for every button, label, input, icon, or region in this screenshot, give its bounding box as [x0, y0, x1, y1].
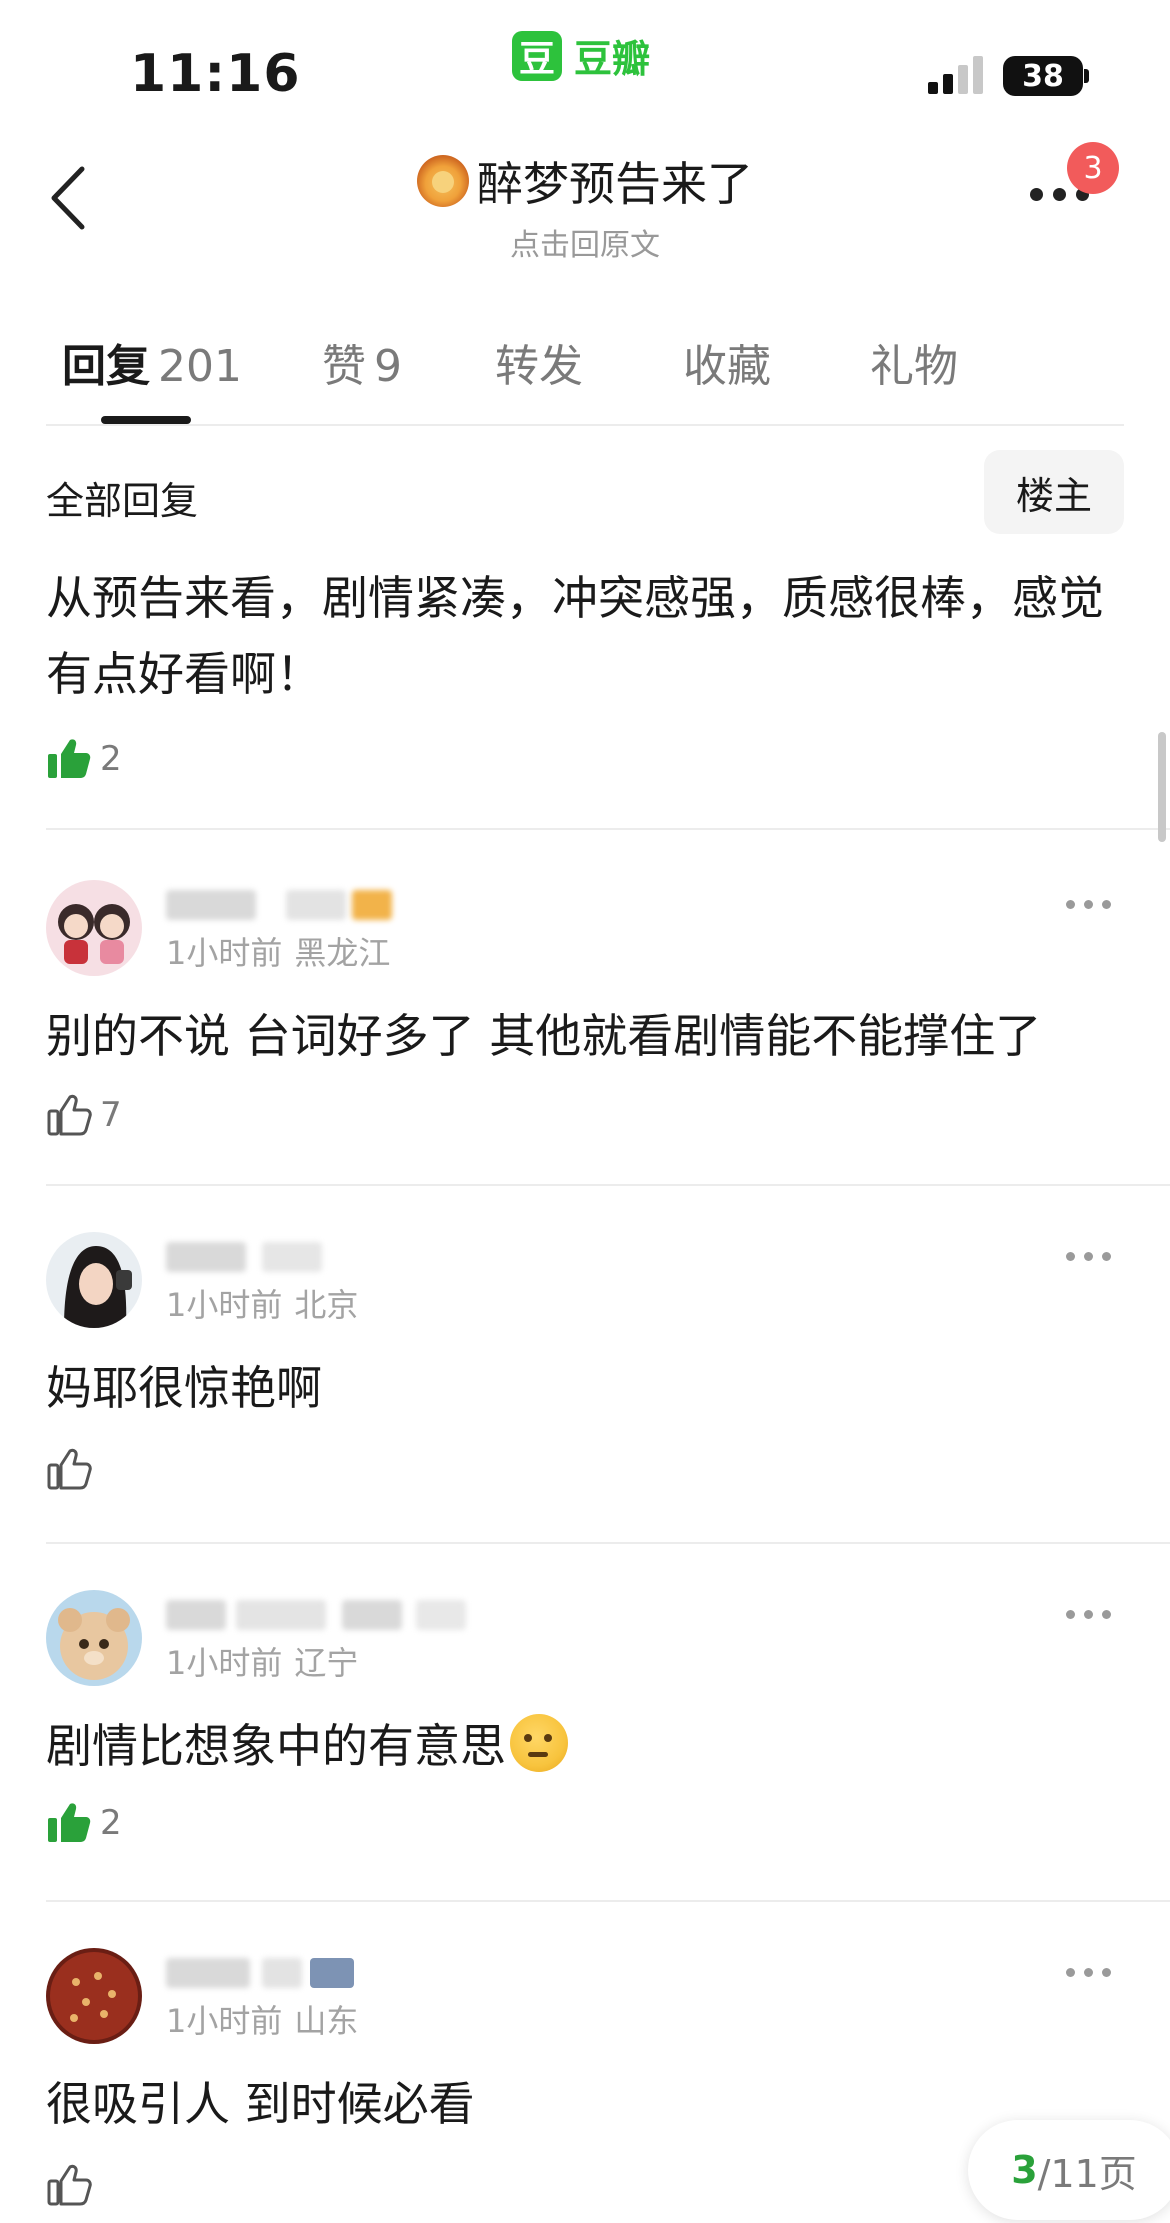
username-redacted[interactable] — [166, 1234, 426, 1278]
current-page: 3 — [1011, 2148, 1038, 2192]
comment-time: 1小时前 — [166, 934, 283, 972]
comment-text: 很吸引人 到时候必看 — [46, 2077, 475, 2131]
avatar[interactable] — [46, 880, 142, 976]
like-button[interactable]: 2 — [46, 736, 122, 782]
comment-time: 1小时前 — [166, 2002, 283, 2040]
all-replies-label: 全部回复 — [46, 479, 199, 523]
notification-badge: 3 — [1067, 142, 1119, 194]
like-button[interactable] — [46, 2162, 100, 2208]
thumbs-up-outline-icon — [47, 2164, 92, 2206]
comment-item: 1小时前 北京 妈耶很惊艳啊 — [0, 1232, 1170, 1592]
comment-location: 黑龙江 — [294, 934, 391, 972]
page-indicator[interactable]: 3/11页 — [968, 2120, 1170, 2220]
total-pages: /11页 — [1037, 2151, 1137, 2196]
comment-text: 别的不说 台词好多了 其他就看剧情能不能撑住了 — [46, 1009, 1042, 1063]
thumbs-up-filled-icon — [48, 739, 91, 778]
comment-meta: 1小时前 辽宁 — [166, 1638, 358, 1684]
comment-time: 1小时前 — [166, 1644, 283, 1682]
like-button[interactable]: 2 — [46, 1800, 122, 1846]
chevron-left-icon — [51, 166, 85, 230]
like-button[interactable] — [46, 1446, 100, 1492]
tab-likes[interactable]: 赞9 — [322, 330, 402, 394]
comment-divider — [46, 828, 1170, 830]
comment-divider — [46, 1542, 1170, 1544]
username-redacted[interactable] — [166, 882, 426, 926]
comment-text-body: 剧情比想象中的有意思 — [46, 1719, 506, 1773]
app-indicator[interactable]: 豆 豆瓣 — [512, 28, 650, 83]
comment-more-icon[interactable] — [1066, 1610, 1122, 1630]
op-only-button[interactable]: 楼主 — [984, 450, 1124, 534]
comment-meta: 1小时前 北京 — [166, 1280, 358, 1326]
tab-replies[interactable]: 回复 201 — [62, 330, 242, 394]
like-count: 2 — [100, 739, 122, 779]
header-title-area[interactable]: 醉梦预告来了 点击回原文 — [300, 148, 870, 264]
comment-location: 北京 — [294, 1286, 359, 1324]
status-bar: 11:16 豆 豆瓣 38 — [0, 0, 1170, 120]
scrollbar[interactable] — [1158, 732, 1166, 842]
thumbs-up-outline-icon — [47, 1448, 92, 1490]
comment-item: 1小时前 辽宁 剧情比想象中的有意思 2 — [0, 1590, 1170, 1950]
page-title-text: 醉梦预告来了 — [477, 157, 753, 211]
comment-more-icon[interactable] — [1066, 900, 1122, 920]
comment-divider — [46, 1184, 1170, 1186]
username-redacted[interactable] — [166, 1592, 486, 1636]
comment-divider — [46, 1900, 1170, 1902]
comment-text: 妈耶很惊艳啊 — [46, 1361, 322, 1415]
back-to-original-link[interactable]: 点击回原文 — [300, 220, 870, 264]
comment-text: 从预告来看，剧情紧凑，冲突感强，质感很棒，感觉有点好看啊！ — [46, 571, 1104, 701]
username-redacted[interactable] — [166, 1950, 426, 1994]
like-count: 7 — [100, 1095, 122, 1135]
tab-favorites[interactable]: 收藏 — [683, 330, 771, 394]
lion-icon — [417, 155, 469, 207]
douban-logo-icon: 豆 — [512, 30, 562, 81]
avatar[interactable] — [46, 1948, 142, 2044]
back-button[interactable] — [38, 160, 98, 236]
avatar[interactable] — [46, 1232, 142, 1328]
thumbs-up-outline-icon — [47, 1094, 92, 1136]
comment-item: 1小时前 黑龙江 别的不说 台词好多了 其他就看剧情能不能撑住了 7 — [0, 880, 1170, 1240]
comment-more-icon[interactable] — [1066, 1968, 1122, 1988]
tab-reposts[interactable]: 转发 — [495, 330, 583, 394]
battery-indicator: 38 — [1003, 56, 1083, 96]
thinking-face-icon — [510, 1714, 568, 1772]
comment-more-icon[interactable] — [1066, 1252, 1122, 1272]
tab-bar: 回复 201 赞9 转发 收藏 礼物 — [0, 320, 1170, 424]
app-name: 豆瓣 — [574, 37, 651, 81]
avatar[interactable] — [46, 1590, 142, 1686]
comment-meta: 1小时前 山东 — [166, 1996, 358, 2042]
thumbs-up-filled-icon — [48, 1803, 91, 1842]
tabs-divider — [46, 424, 1124, 426]
like-button[interactable]: 7 — [46, 1092, 122, 1138]
page-title: 醉梦预告来了 — [417, 148, 753, 214]
like-count: 2 — [100, 1803, 122, 1843]
active-tab-indicator — [101, 416, 191, 424]
tab-gifts[interactable]: 礼物 — [870, 330, 958, 394]
comment-meta: 1小时前 黑龙江 — [166, 928, 390, 974]
cellular-signal-icon — [928, 56, 983, 94]
comment-location: 辽宁 — [294, 1644, 359, 1682]
comment-time: 1小时前 — [166, 1286, 283, 1324]
comment-location: 山东 — [294, 2002, 359, 2040]
status-time: 11:16 — [130, 44, 301, 104]
comment-text: 剧情比想象中的有意思 — [46, 1710, 568, 1776]
battery-tip — [1084, 69, 1089, 83]
